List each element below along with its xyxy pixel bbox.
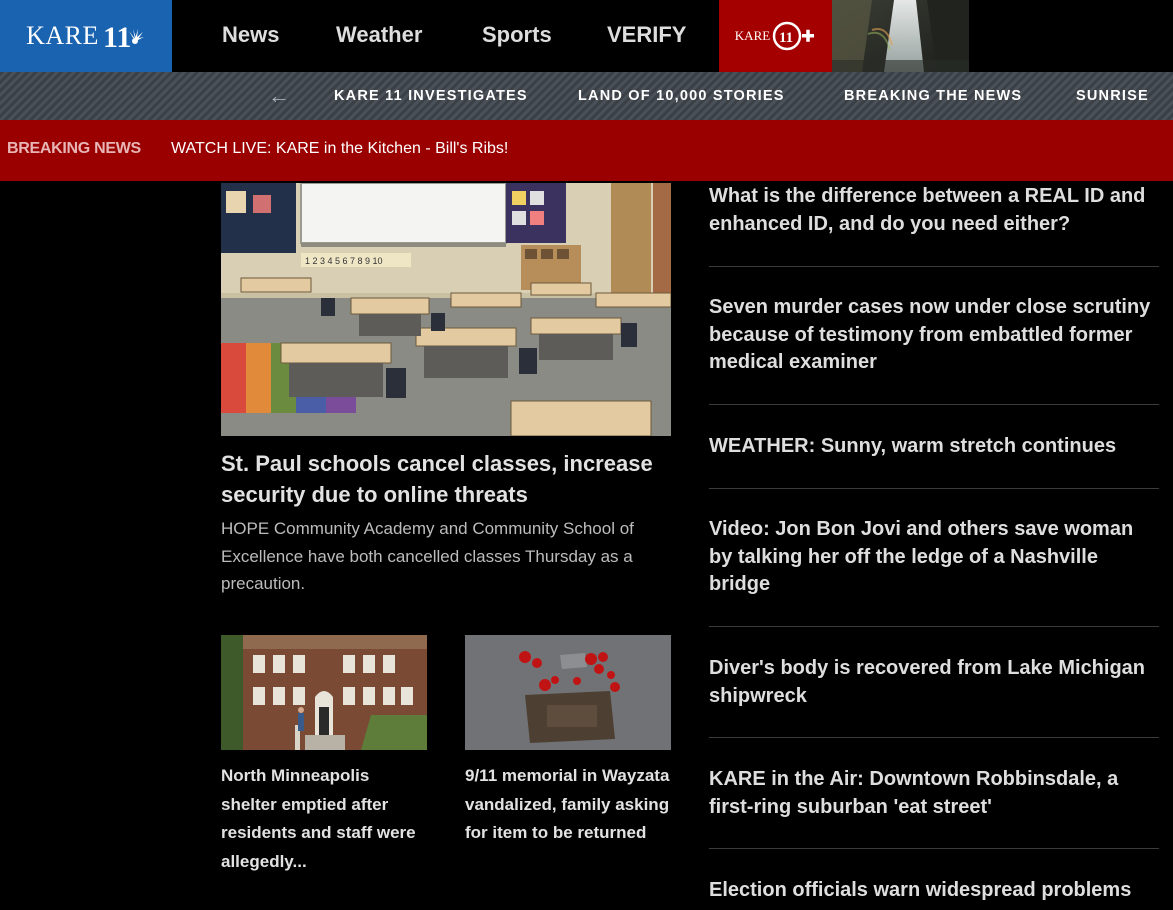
headline-diver[interactable]: Diver's body is recovered from Lake Mich… xyxy=(709,655,1161,710)
number-line-text: 1 2 3 4 5 6 7 8 9 10 xyxy=(305,256,383,266)
headline-murder-cases[interactable]: Seven murder cases now under close scrut… xyxy=(709,294,1161,377)
hero-classroom-image[interactable]: 1 2 3 4 5 6 7 8 9 10 xyxy=(221,183,671,436)
promo-waterfall-image[interactable] xyxy=(832,0,969,72)
breaking-news-bar: BREAKING NEWS WATCH LIVE: KARE in the Ki… xyxy=(0,120,1173,181)
card-memorial-image[interactable] xyxy=(465,635,671,750)
breaking-news-link[interactable]: WATCH LIVE: KARE in the Kitchen - Bill's… xyxy=(171,120,508,178)
nav-sports[interactable]: Sports xyxy=(482,0,552,72)
arrow-left-icon[interactable]: ← xyxy=(266,84,292,108)
divider xyxy=(709,266,1159,267)
headline-weather[interactable]: WEATHER: Sunny, warm stretch continues xyxy=(709,433,1161,461)
top-navigation: KARE 11 News Weather Sports VERIFY KARE … xyxy=(0,0,1173,72)
divider xyxy=(709,626,1159,627)
kare11-logo[interactable]: KARE 11 xyxy=(0,0,172,72)
headline-bon-jovi[interactable]: Video: Jon Bon Jovi and others save woma… xyxy=(709,516,1161,599)
nbc-peacock-icon: 11 xyxy=(102,21,146,51)
nav-weather[interactable]: Weather xyxy=(336,0,422,72)
subnav-kare11-investigates[interactable]: KARE 11 INVESTIGATES xyxy=(334,72,528,120)
nav-news[interactable]: News xyxy=(222,0,279,72)
section-subnav: ← KARE 11 INVESTIGATES LAND OF 10,000 ST… xyxy=(0,72,1173,120)
card-shelter-image[interactable] xyxy=(221,635,427,750)
hero-headline[interactable]: St. Paul schools cancel classes, increas… xyxy=(221,448,671,510)
card-shelter-headline[interactable]: North Minneapolis shelter emptied after … xyxy=(221,762,427,876)
headline-real-id[interactable]: What is the difference between a REAL ID… xyxy=(709,183,1161,238)
subnav-breaking-the-news[interactable]: BREAKING THE NEWS xyxy=(844,72,1022,120)
divider xyxy=(709,737,1159,738)
kare11-plus-icon: 11 xyxy=(772,21,815,51)
divider xyxy=(709,404,1159,405)
breaking-news-label: BREAKING NEWS xyxy=(7,140,141,157)
nav-verify[interactable]: VERIFY xyxy=(607,0,686,72)
kare11-plus-button[interactable]: KARE 11 xyxy=(719,0,832,72)
logo-number: 11 xyxy=(103,21,131,51)
plus-logo-text: KARE xyxy=(734,28,771,43)
hero-summary: HOPE Community Academy and Community Sch… xyxy=(221,519,634,593)
headline-robbinsdale[interactable]: KARE in the Air: Downtown Robbinsdale, a… xyxy=(709,766,1161,821)
headline-election[interactable]: Election officials warn widespread probl… xyxy=(709,877,1161,905)
subnav-land-of-10000-stories[interactable]: LAND OF 10,000 STORIES xyxy=(578,72,785,120)
divider xyxy=(709,848,1159,849)
svg-text:11: 11 xyxy=(779,30,793,46)
logo-text: KARE xyxy=(26,21,99,50)
card-memorial-headline[interactable]: 9/11 memorial in Wayzata vandalized, fam… xyxy=(465,762,671,848)
divider xyxy=(709,488,1159,489)
subnav-sunrise[interactable]: SUNRISE xyxy=(1076,72,1149,120)
